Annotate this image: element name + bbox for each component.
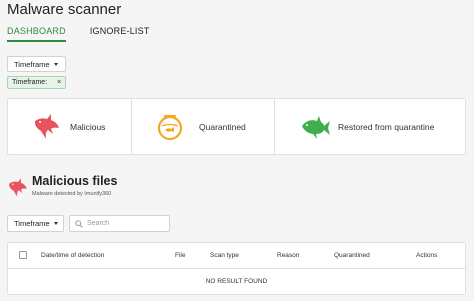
timeframe-dropdown-label: Timeframe (14, 59, 50, 69)
section-title: Malicious files (32, 174, 118, 188)
shark-icon (9, 178, 27, 197)
timeframe-dropdown-label: Timeframe (14, 219, 50, 228)
stat-restored[interactable]: Restored from quarantine (274, 99, 465, 154)
select-all-checkbox[interactable] (19, 251, 27, 259)
page-title: Malware scanner (7, 1, 122, 18)
close-icon[interactable]: × (57, 79, 61, 86)
column-header-scan-type[interactable]: Scan type (210, 252, 239, 259)
fish-icon (302, 115, 330, 139)
stats-card: Malicious Quarantined Restored from quar… (7, 98, 466, 155)
column-header-date[interactable]: Date/time of detection (41, 252, 104, 259)
search-box (69, 215, 170, 232)
stat-label-quarantined: Quarantined (199, 121, 246, 132)
malicious-files-table: Date/time of detection File Scan type Re… (7, 242, 466, 295)
search-icon (75, 219, 83, 228)
caret-down-icon (53, 62, 58, 66)
tab-dashboard[interactable]: DASHBOARD (7, 26, 66, 42)
caret-down-icon (53, 222, 58, 225)
tab-ignore-list[interactable]: IGNORE-LIST (90, 26, 150, 42)
stat-label-malicious: Malicious (70, 121, 106, 132)
filter-chip-label: Timeframe: (12, 79, 48, 86)
shark-icon (35, 113, 59, 139)
column-header-reason[interactable]: Reason (277, 252, 299, 259)
column-header-file[interactable]: File (175, 252, 185, 259)
stat-label-restored: Restored from quarantine (338, 121, 435, 132)
search-input[interactable] (87, 220, 167, 227)
column-header-actions: Actions (416, 252, 438, 259)
timeframe-dropdown-top[interactable]: Timeframe (7, 56, 66, 72)
stat-malicious[interactable]: Malicious (8, 99, 131, 154)
tab-bar: DASHBOARD IGNORE-LIST (7, 26, 150, 42)
stat-quarantined[interactable]: Quarantined (131, 99, 274, 154)
fishbowl-icon (157, 114, 183, 140)
empty-state: NO RESULT FOUND (205, 278, 268, 285)
table-header: Date/time of detection File Scan type Re… (8, 243, 465, 269)
column-header-quarantined[interactable]: Quarantined (334, 252, 370, 259)
timeframe-dropdown[interactable]: Timeframe (7, 215, 64, 232)
section-subtitle: Malware detected by Imunify360 (32, 191, 112, 197)
filter-chip-timeframe: Timeframe: × (7, 76, 67, 89)
